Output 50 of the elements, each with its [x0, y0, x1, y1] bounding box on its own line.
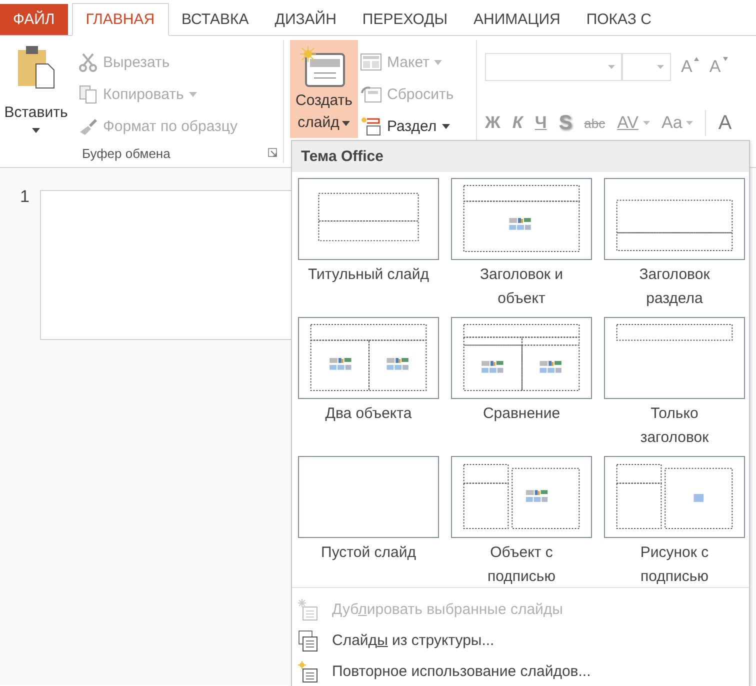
menu-item[interactable]: Слайды из структуры... — [292, 625, 494, 656]
layout-option[interactable]: Заголовок и объект — [451, 178, 592, 317]
menu-header: Тема Office — [292, 141, 749, 172]
duplicate-slides-icon — [298, 598, 318, 620]
layout-option[interactable]: Два объекта — [298, 317, 439, 456]
section-icon — [360, 116, 382, 136]
slide-number: 1 — [20, 187, 30, 207]
ribbon-tab[interactable]: ПОКАЗ С — [573, 4, 664, 35]
reset-icon — [360, 85, 382, 103]
caret-icon — [434, 60, 442, 64]
up-triangle-icon — [694, 57, 700, 61]
font-size-field[interactable] — [622, 53, 671, 81]
ribbon-tab[interactable]: ДИЗАЙН — [262, 4, 350, 35]
layout-icon — [360, 53, 382, 71]
down-triangle-icon — [722, 57, 728, 61]
ribbon-tab[interactable]: ПЕРЕХОДЫ — [349, 4, 460, 35]
caret-icon — [32, 128, 40, 133]
paste-button[interactable]: Вставить — [0, 40, 78, 163]
dialog-launcher-icon[interactable] — [268, 148, 277, 157]
caret-icon — [342, 120, 350, 126]
layout-option[interactable]: Заголовок раздела — [604, 178, 745, 317]
caret-icon — [686, 121, 694, 125]
clipboard-icon — [16, 44, 56, 90]
brush-icon — [78, 116, 98, 136]
copy-icon — [78, 84, 98, 104]
menu-item[interactable]: Повторное использование слайдов... — [292, 656, 591, 686]
caret-icon — [608, 65, 615, 69]
layout-option[interactable]: Только заголовок — [604, 317, 745, 456]
slides-action[interactable]: Раздел — [360, 114, 454, 138]
file-tab[interactable]: ФАЙЛ — [0, 4, 68, 35]
caret-icon — [188, 92, 197, 96]
ribbon-tab[interactable]: АНИМАЦИЯ — [460, 4, 574, 35]
caret-icon — [642, 121, 650, 125]
reuse-slides-icon — [298, 660, 318, 682]
ribbon-tab[interactable]: ГЛАВНАЯ — [72, 3, 169, 36]
layout-option[interactable]: Пустой слайд — [298, 456, 439, 595]
scissors-icon — [78, 52, 98, 72]
layout-option[interactable]: Титульный слайд — [298, 178, 439, 317]
group-label: Буфер обмена — [82, 146, 170, 161]
slides-outline-icon — [298, 630, 318, 652]
layout-option[interactable]: Рисунок с подписью — [604, 456, 745, 595]
caret-icon — [442, 124, 450, 128]
layout-option[interactable]: Объект с подписью — [451, 456, 592, 595]
new-slide-button[interactable]: Создать слайд — [290, 40, 358, 138]
ribbon-tab[interactable]: ВСТАВКА — [168, 4, 262, 35]
caret-icon — [657, 65, 664, 69]
layout-option[interactable]: Сравнение — [451, 317, 592, 456]
new-slide-icon — [300, 46, 348, 90]
font-color-button[interactable]: A — [718, 112, 732, 134]
font-name-field[interactable] — [485, 53, 622, 81]
